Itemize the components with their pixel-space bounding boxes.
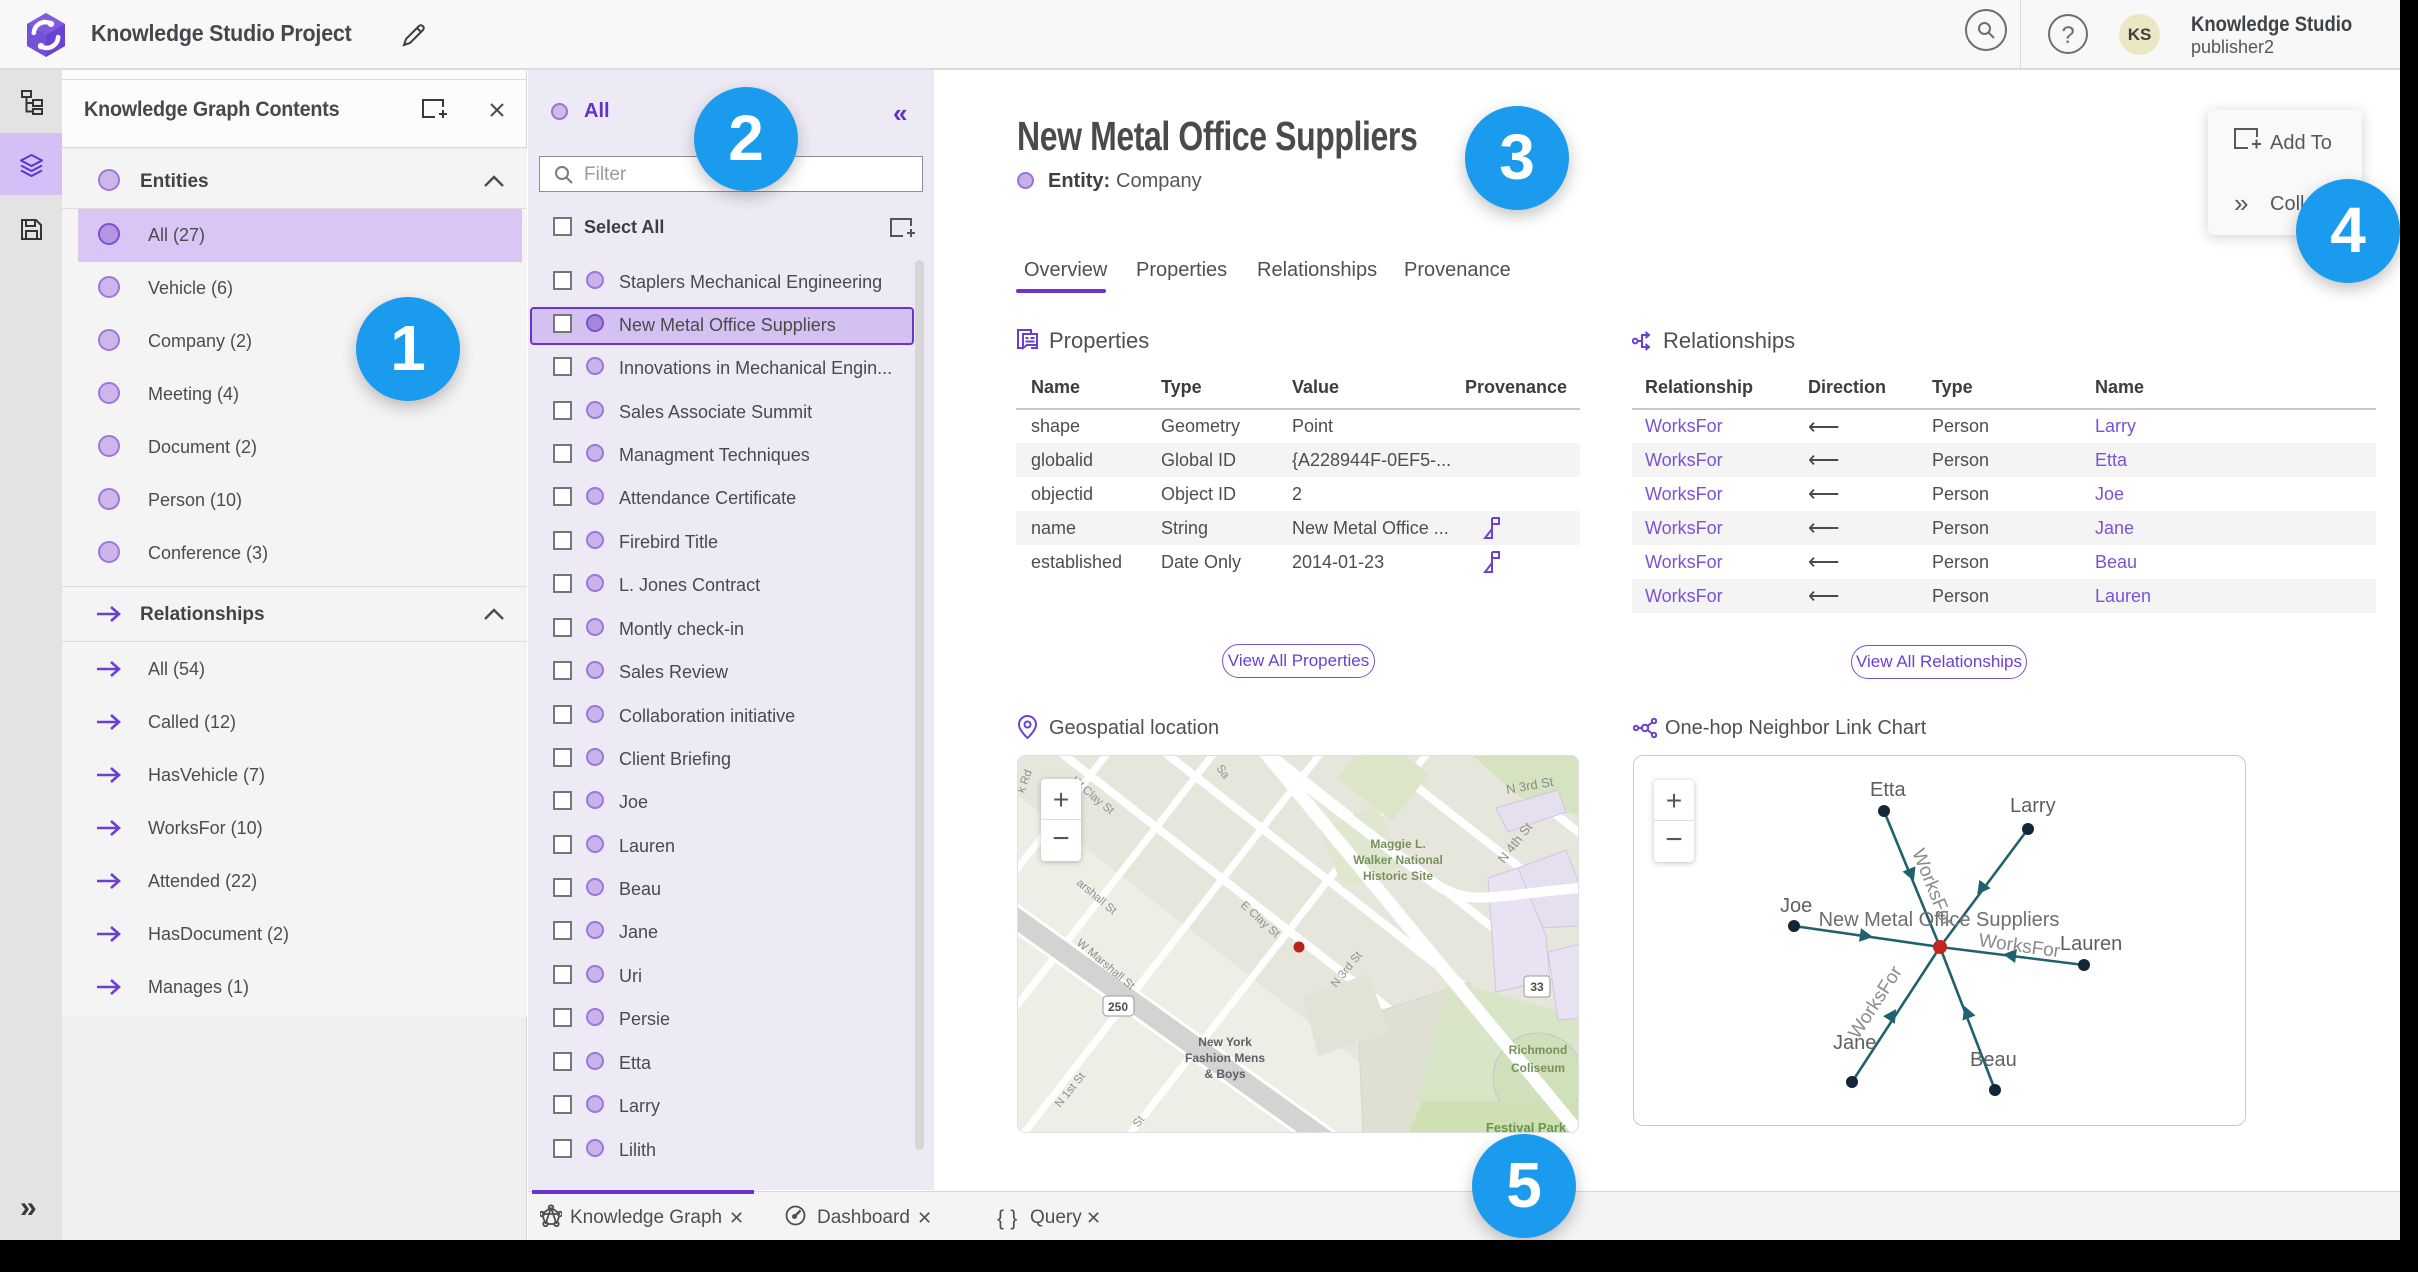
svg-text:New York: New York <box>1198 1035 1252 1049</box>
svg-text:& Boys: & Boys <box>1204 1067 1246 1081</box>
svg-text:Joe: Joe <box>1780 895 1812 917</box>
svg-text:Lauren: Lauren <box>2060 933 2122 955</box>
svg-text:Walker National: Walker National <box>1353 853 1443 867</box>
svg-text:Coliseum: Coliseum <box>1511 1061 1565 1075</box>
svg-text:Larry: Larry <box>2010 795 2056 817</box>
svg-text:Festival Park: Festival Park <box>1486 1120 1567 1133</box>
svg-text:33: 33 <box>1530 980 1544 994</box>
svg-text:Beau: Beau <box>1970 1049 2017 1071</box>
svg-text:Fashion Mens: Fashion Mens <box>1185 1051 1265 1065</box>
svg-text:250: 250 <box>1108 1000 1128 1014</box>
svg-text:Maggie L.: Maggie L. <box>1370 837 1425 851</box>
svg-text:Etta: Etta <box>1870 779 1906 801</box>
svg-text:WorksFor: WorksFor <box>1845 962 1908 1043</box>
svg-text:Richmond: Richmond <box>1509 1043 1568 1057</box>
svg-text:Historic Site: Historic Site <box>1363 869 1433 883</box>
